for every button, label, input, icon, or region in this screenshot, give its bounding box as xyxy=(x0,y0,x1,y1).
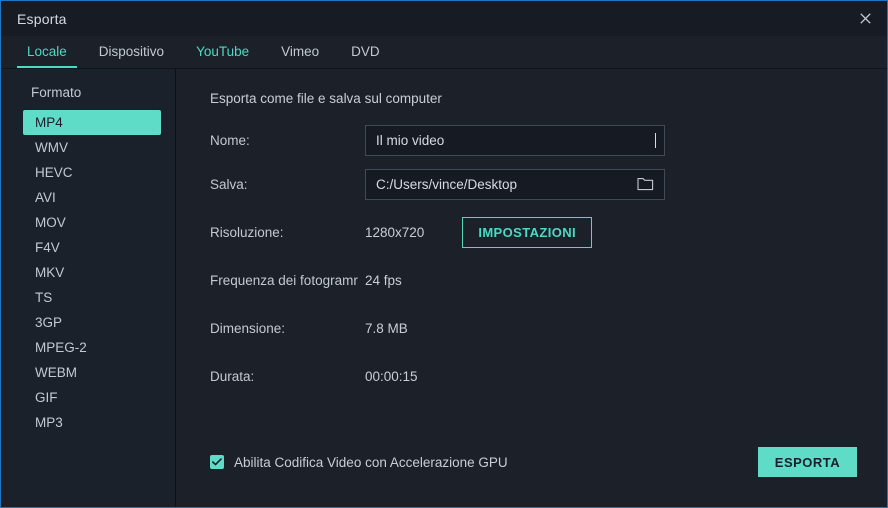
size-row: Dimensione: 7.8 MB xyxy=(210,312,857,344)
dialog-footer: Abilita Codifica Video con Accelerazione… xyxy=(210,435,857,507)
resolution-row: Risoluzione: 1280x720 IMPOSTAZIONI xyxy=(210,216,857,248)
name-label: Nome: xyxy=(210,133,365,148)
format-item-3gp[interactable]: 3GP xyxy=(23,310,161,335)
format-item-webm[interactable]: WEBM xyxy=(23,360,161,385)
name-input[interactable]: Il mio video xyxy=(365,125,665,156)
panel-heading: Esporta come file e salva sul computer xyxy=(210,91,857,106)
save-path-input[interactable]: C:/Users/vince/Desktop xyxy=(365,169,665,200)
settings-button[interactable]: IMPOSTAZIONI xyxy=(462,217,592,248)
checkbox-checked-icon xyxy=(210,455,224,469)
folder-icon[interactable] xyxy=(634,173,656,195)
export-settings-panel: Esporta come file e salva sul computer N… xyxy=(176,69,887,507)
format-title: Formato xyxy=(31,85,175,100)
duration-row: Durata: 00:00:15 xyxy=(210,360,857,392)
tab-bar: Locale Dispositivo YouTube Vimeo DVD xyxy=(1,36,887,69)
tab-vimeo[interactable]: Vimeo xyxy=(265,44,335,68)
framerate-value: 24 fps xyxy=(365,273,402,288)
format-item-mp4[interactable]: MP4 xyxy=(23,110,161,135)
resolution-label: Risoluzione: xyxy=(210,225,365,240)
name-row: Nome: Il mio video xyxy=(210,124,857,156)
name-input-value: Il mio video xyxy=(376,133,654,148)
format-item-wmv[interactable]: WMV xyxy=(23,135,161,160)
close-icon[interactable] xyxy=(843,1,887,36)
framerate-row: Frequenza dei fotogramr 24 fps xyxy=(210,264,857,296)
size-label: Dimensione: xyxy=(210,321,365,336)
tab-dvd[interactable]: DVD xyxy=(335,44,396,68)
export-dialog: Esporta Locale Dispositivo YouTube Vimeo… xyxy=(0,0,888,508)
gpu-acceleration-label: Abilita Codifica Video con Accelerazione… xyxy=(234,455,508,470)
tab-youtube[interactable]: YouTube xyxy=(180,44,265,68)
format-item-mov[interactable]: MOV xyxy=(23,210,161,235)
format-item-avi[interactable]: AVI xyxy=(23,185,161,210)
export-button[interactable]: ESPORTA xyxy=(758,447,857,477)
title-bar: Esporta xyxy=(1,1,887,36)
save-row: Salva: C:/Users/vince/Desktop xyxy=(210,168,857,200)
window-title: Esporta xyxy=(17,11,67,27)
format-item-gif[interactable]: GIF xyxy=(23,385,161,410)
dialog-body: Formato MP4 WMV HEVC AVI MOV F4V MKV TS … xyxy=(1,69,887,507)
save-label: Salva: xyxy=(210,177,365,192)
text-caret xyxy=(655,133,656,148)
tab-dispositivo[interactable]: Dispositivo xyxy=(83,44,180,68)
framerate-label: Frequenza dei fotogramr xyxy=(210,273,365,288)
save-path-value: C:/Users/vince/Desktop xyxy=(376,177,634,192)
tab-locale[interactable]: Locale xyxy=(11,44,83,68)
duration-label: Durata: xyxy=(210,369,365,384)
format-item-f4v[interactable]: F4V xyxy=(23,235,161,260)
size-value: 7.8 MB xyxy=(365,321,408,336)
folder-glyph xyxy=(637,177,654,191)
format-item-hevc[interactable]: HEVC xyxy=(23,160,161,185)
format-item-mpeg2[interactable]: MPEG-2 xyxy=(23,335,161,360)
close-glyph xyxy=(860,13,871,24)
gpu-acceleration-checkbox[interactable]: Abilita Codifica Video con Accelerazione… xyxy=(210,455,508,470)
format-item-mp3[interactable]: MP3 xyxy=(23,410,161,435)
format-item-ts[interactable]: TS xyxy=(23,285,161,310)
duration-value: 00:00:15 xyxy=(365,369,418,384)
checkmark-glyph xyxy=(212,458,222,466)
format-item-mkv[interactable]: MKV xyxy=(23,260,161,285)
resolution-value: 1280x720 xyxy=(365,225,424,240)
format-sidebar: Formato MP4 WMV HEVC AVI MOV F4V MKV TS … xyxy=(1,69,176,507)
